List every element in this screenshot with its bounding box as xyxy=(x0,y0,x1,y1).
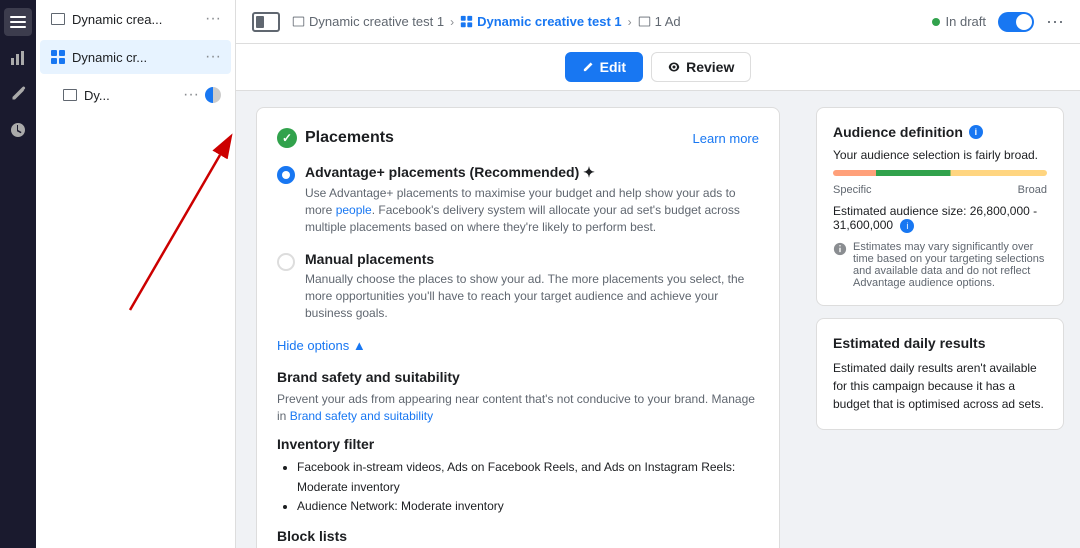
status-badge: In draft xyxy=(932,14,986,29)
placements-title: ✓ Placements xyxy=(277,128,394,148)
hide-options-link[interactable]: Hide options ▲ xyxy=(277,338,366,353)
breadcrumb-campaign-label: Dynamic creative test 1 xyxy=(309,14,444,29)
manual-radio[interactable] xyxy=(277,253,295,271)
breadcrumb-adset[interactable]: Dynamic creative test 1 xyxy=(460,14,622,29)
manual-label: Manual placements xyxy=(305,251,759,267)
estimated-daily-card: Estimated daily results Estimated daily … xyxy=(816,318,1064,430)
topbar-actions: In draft ··· xyxy=(932,11,1064,32)
sidebar-toggle[interactable] xyxy=(252,12,280,32)
more-options-button[interactable]: ··· xyxy=(1046,11,1064,32)
nav-campaign-label: Dynamic crea... xyxy=(72,12,199,27)
breadcrumb-adset-label: Dynamic creative test 1 xyxy=(477,14,622,29)
breadcrumb-sep-1: › xyxy=(450,15,454,29)
people-link[interactable]: people xyxy=(336,203,372,217)
pencil-icon[interactable] xyxy=(4,80,32,108)
manual-placement-content: Manual placements Manually choose the pl… xyxy=(305,251,759,321)
block-lists-section: Block lists None selected xyxy=(277,528,759,548)
right-panel: Audience definition i Your audience sele… xyxy=(800,91,1080,548)
audience-description: Your audience selection is fairly broad. xyxy=(833,148,1047,162)
edit-label: Edit xyxy=(600,59,626,75)
audience-bar xyxy=(833,170,1047,176)
nav-panel: Dynamic crea... ··· Dynamic cr... ··· Dy… xyxy=(36,0,236,548)
placements-title-text: Placements xyxy=(305,129,394,147)
learn-more-link[interactable]: Learn more xyxy=(693,131,759,146)
inventory-item-2: Audience Network: Moderate inventory xyxy=(297,497,759,516)
audience-size-info-icon[interactable]: i xyxy=(900,219,914,233)
breadcrumb-sep-2: › xyxy=(628,15,632,29)
breadcrumb-campaign[interactable]: Dynamic creative test 1 xyxy=(292,14,444,29)
estimated-daily-title: Estimated daily results xyxy=(833,335,1047,351)
advantage-radio[interactable] xyxy=(277,166,295,184)
inventory-item-1: Facebook in-stream videos, Ads on Facebo… xyxy=(297,458,759,496)
advantage-desc: Use Advantage+ placements to maximise yo… xyxy=(305,185,759,235)
brand-safety-title: Brand safety and suitability xyxy=(277,369,759,385)
clock-icon[interactable] xyxy=(4,116,32,144)
nav-campaign-dots[interactable]: ··· xyxy=(205,10,221,28)
audience-size: Estimated audience size: 26,800,000 - 31… xyxy=(833,204,1047,233)
specific-label: Specific xyxy=(833,184,872,196)
inventory-filter-title: Inventory filter xyxy=(277,436,759,452)
audience-info-icon[interactable]: i xyxy=(969,125,983,139)
audience-definition-title: Audience definition i xyxy=(833,124,1047,140)
brand-safety-desc: Prevent your ads from appearing near con… xyxy=(277,391,759,425)
content-area: ✓ Placements Learn more Advantage+ place… xyxy=(236,91,1080,548)
chart-icon[interactable] xyxy=(4,44,32,72)
advantage-placement-content: Advantage+ placements (Recommended) ✦ Us… xyxy=(305,164,759,235)
nav-item-ad[interactable]: Dy... ··· xyxy=(40,78,231,112)
nav-ad-label: Dy... xyxy=(84,88,177,103)
black-sidebar xyxy=(0,0,36,548)
manual-placement-option[interactable]: Manual placements Manually choose the pl… xyxy=(277,251,759,321)
inventory-list: Facebook in-stream videos, Ads on Facebo… xyxy=(277,458,759,516)
placements-header: ✓ Placements Learn more xyxy=(277,128,759,148)
menu-icon[interactable] xyxy=(4,8,32,36)
breadcrumb-nav: Dynamic creative test 1 › Dynamic creati… xyxy=(292,14,924,29)
nav-adset-dots[interactable]: ··· xyxy=(205,48,221,66)
review-button[interactable]: Review xyxy=(651,52,751,82)
nav-item-adset[interactable]: Dynamic cr... ··· xyxy=(40,40,231,74)
nav-item-campaign[interactable]: Dynamic crea... ··· xyxy=(40,2,231,36)
estimated-daily-description: Estimated daily results aren't available… xyxy=(833,359,1047,413)
placements-card: ✓ Placements Learn more Advantage+ place… xyxy=(256,107,780,548)
advantage-label: Advantage+ placements (Recommended) ✦ xyxy=(305,164,759,181)
block-lists-title: Block lists xyxy=(277,528,759,544)
main-content: Dynamic creative test 1 › Dynamic creati… xyxy=(236,0,1080,548)
edit-button[interactable]: Edit xyxy=(565,52,643,82)
manual-desc: Manually choose the places to show your … xyxy=(305,271,759,321)
review-label: Review xyxy=(686,59,734,75)
placements-check-icon: ✓ xyxy=(277,128,297,148)
status-dot xyxy=(932,18,940,26)
brand-safety-link[interactable]: Brand safety and suitability xyxy=(290,409,433,423)
nav-ad-half-icon xyxy=(205,87,221,103)
nav-ad-dots[interactable]: ··· xyxy=(183,86,199,104)
action-bar: Edit Review xyxy=(236,44,1080,91)
broad-label: Broad xyxy=(1018,184,1047,196)
draft-toggle[interactable] xyxy=(998,12,1034,32)
breadcrumb-ad[interactable]: 1 Ad xyxy=(638,14,681,29)
advantage-placement-option[interactable]: Advantage+ placements (Recommended) ✦ Us… xyxy=(277,164,759,235)
nav-adset-label: Dynamic cr... xyxy=(72,50,199,65)
audience-labels: Specific Broad xyxy=(833,184,1047,196)
main-panel: ✓ Placements Learn more Advantage+ place… xyxy=(236,91,800,548)
status-label: In draft xyxy=(946,14,986,29)
audience-definition-card: Audience definition i Your audience sele… xyxy=(816,107,1064,306)
inventory-filter-section: Inventory filter Facebook in-stream vide… xyxy=(277,436,759,516)
topbar: Dynamic creative test 1 › Dynamic creati… xyxy=(236,0,1080,44)
audience-note: Estimates may vary significantly over ti… xyxy=(833,241,1047,289)
breadcrumb-ad-label: 1 Ad xyxy=(655,14,681,29)
